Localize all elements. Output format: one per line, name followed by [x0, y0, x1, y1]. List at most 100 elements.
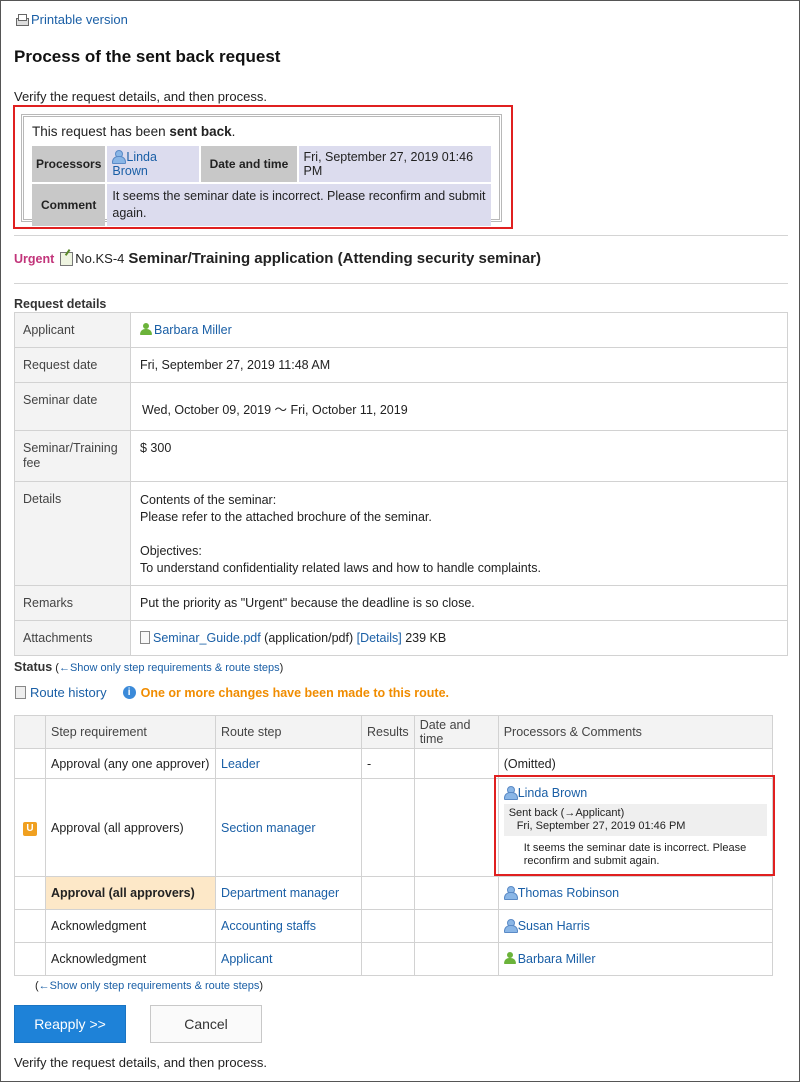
- applicant-link[interactable]: Barbara Miller: [140, 323, 232, 337]
- processor-link[interactable]: Linda Brown: [112, 150, 157, 178]
- request-form-icon: [60, 251, 74, 266]
- step-requirement: Approval (any one approver): [45, 748, 216, 779]
- user-icon: [503, 952, 516, 965]
- sent-back-notice: This request has been sent back. Process…: [21, 114, 502, 226]
- printer-icon: [15, 13, 29, 26]
- processor-cell: Barbara Miller: [497, 942, 774, 976]
- sent-back-message: This request has been sent back.: [32, 124, 236, 139]
- route-header-step-requirement: Step requirement: [45, 715, 216, 749]
- sent-back-table: Processors Linda Brown Date and time Fri…: [30, 144, 493, 228]
- route-header-marker: [14, 715, 46, 749]
- details-row-seminar-date: Seminar date Wed, October 09, 2019 ～ Fri…: [14, 382, 788, 431]
- fee-value: $ 300: [130, 430, 788, 482]
- route-step-cell: Accounting staffs: [215, 909, 362, 943]
- attachment-details-link[interactable]: [Details]: [357, 631, 402, 645]
- request-date-label: Request date: [14, 347, 131, 383]
- result-cell: -: [361, 748, 415, 779]
- current-step-requirement: Approval (all approvers): [45, 876, 216, 910]
- processor-cell: Susan Harris: [497, 909, 774, 943]
- cancel-button[interactable]: Cancel: [150, 1005, 262, 1043]
- step-requirement: Approval (all approvers): [45, 778, 216, 877]
- printable-version-link[interactable]: Printable version: [15, 12, 128, 27]
- route-step-link[interactable]: Department manager: [221, 886, 339, 900]
- attachments-label: Attachments: [14, 620, 131, 656]
- user-icon: [140, 323, 152, 336]
- request-number: No.KS-4: [75, 251, 125, 266]
- printable-version-label: Printable version: [31, 12, 128, 27]
- date-time-label: Date and time: [201, 146, 297, 182]
- page-title: Process of the sent back request: [14, 47, 281, 66]
- processors-label: Processors: [32, 146, 106, 182]
- user-icon: [112, 150, 127, 164]
- user-icon: [503, 919, 518, 933]
- details-row-request-date: Request date Fri, September 27, 2019 11:…: [14, 347, 788, 383]
- status-toggle-bottom: (←Show only step requirements & route st…: [35, 980, 264, 992]
- request-heading: Urgent No.KS-4 Seminar/Training applicat…: [14, 250, 541, 267]
- page-frame: Printable version Process of the sent ba…: [0, 0, 800, 1082]
- route-row-applicant: Acknowledgment Applicant Barbara Miller: [14, 942, 774, 976]
- details-row-applicant: Applicant Barbara Miller: [14, 312, 788, 348]
- details-label: Details: [14, 481, 131, 586]
- verify-instruction: Verify the request details, and then pro…: [14, 89, 267, 104]
- request-title: Seminar/Training application (Attending …: [128, 250, 542, 267]
- route-step-link[interactable]: Leader: [221, 757, 260, 771]
- seminar-date-value: Wed, October 09, 2019 ～ Fri, October 11,…: [130, 382, 788, 431]
- attachment-link[interactable]: Seminar_Guide.pdf: [153, 631, 261, 645]
- status-label: Status: [14, 660, 53, 674]
- date-time-value: Fri, September 27, 2019 01:46 PM: [298, 146, 491, 182]
- route-row-leader: Approval (any one approver) Leader - (Om…: [14, 748, 774, 779]
- processor-link[interactable]: Thomas Robinson: [503, 886, 619, 900]
- processor-link[interactable]: Susan Harris: [503, 919, 590, 933]
- route-header-date-time: Date and time: [413, 715, 499, 749]
- highlight-frame: [494, 775, 775, 876]
- route-row-accounting: Acknowledgment Accounting staffs Susan H…: [14, 909, 774, 943]
- verify-instruction-bottom: Verify the request details, and then pro…: [14, 1055, 267, 1070]
- info-icon: i: [122, 686, 136, 699]
- request-date-value: Fri, September 27, 2019 11:48 AM: [130, 347, 788, 383]
- route-step-link[interactable]: Applicant: [221, 952, 272, 966]
- route-history-row: Route history i One or more changes have…: [15, 685, 449, 700]
- comment-label: Comment: [32, 184, 106, 226]
- route-step-cell: Section manager: [215, 778, 362, 877]
- request-details-label: Request details: [14, 297, 107, 311]
- attachments-value: Seminar_Guide.pdf (application/pdf) [Det…: [130, 620, 788, 656]
- route-header-processors: Processors & Comments: [497, 715, 774, 749]
- details-row-remarks: Remarks Put the priority as "Urgent" bec…: [14, 585, 788, 621]
- divider: [14, 283, 788, 284]
- route-history-link[interactable]: Route history: [30, 685, 107, 700]
- urgent-label: Urgent: [14, 251, 55, 266]
- route-step-cell: Department manager: [215, 876, 362, 910]
- processor-cell: Linda Brown: [107, 146, 200, 182]
- route-step-cell: Leader: [215, 748, 362, 779]
- step-requirement: Acknowledgment: [45, 909, 216, 943]
- remarks-label: Remarks: [14, 585, 131, 621]
- remarks-value: Put the priority as "Urgent" because the…: [130, 585, 788, 621]
- processor-cell: Thomas Robinson: [497, 876, 774, 910]
- applicant-value: Barbara Miller: [130, 312, 788, 348]
- applicant-label: Applicant: [14, 312, 131, 348]
- route-step-link[interactable]: Section manager: [221, 821, 316, 835]
- step-requirement: Acknowledgment: [45, 942, 216, 976]
- request-details-table: Applicant Barbara Miller Request date Fr…: [14, 312, 788, 656]
- user-icon: [503, 886, 518, 900]
- show-steps-link-bottom[interactable]: ←Show only step requirements & route ste…: [39, 980, 260, 992]
- route-header-row: Step requirement Route step Results Date…: [14, 715, 774, 749]
- status-section: Status (←Show only step requirements & r…: [14, 660, 284, 674]
- processor-link[interactable]: Barbara Miller: [503, 952, 596, 966]
- seminar-date-label: Seminar date: [14, 382, 131, 431]
- route-header-route-step: Route step: [215, 715, 362, 749]
- details-value: Contents of the seminar: Please refer to…: [130, 481, 788, 586]
- route-step-link[interactable]: Accounting staffs: [221, 919, 316, 933]
- divider: [14, 235, 788, 236]
- show-steps-link-top[interactable]: ←Show only step requirements & route ste…: [59, 662, 280, 674]
- reapply-button[interactable]: Reapply >>: [14, 1005, 126, 1043]
- route-history-icon: [15, 686, 26, 699]
- details-row-fee: Seminar/Training fee $ 300: [14, 430, 788, 482]
- route-header-results: Results: [361, 715, 415, 749]
- route-changed-notice: One or more changes have been made to th…: [140, 685, 450, 700]
- details-row-details: Details Contents of the seminar: Please …: [14, 481, 788, 586]
- route-row-department-manager: Approval (all approvers) Department mana…: [14, 876, 774, 910]
- route-step-cell: Applicant: [215, 942, 362, 976]
- fee-label: Seminar/Training fee: [14, 430, 131, 482]
- processor-cell: (Omitted): [497, 748, 774, 779]
